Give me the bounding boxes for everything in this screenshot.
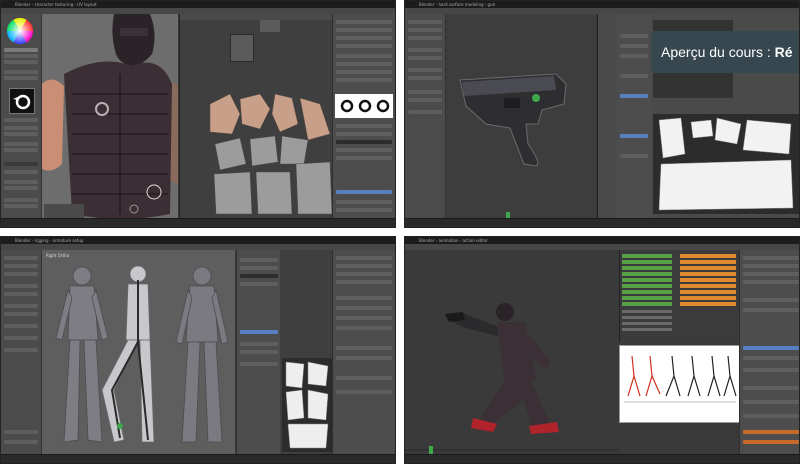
screenshot-gun-modeling: Blender - hard surface modeling - gun Ap… <box>404 0 800 228</box>
reference-image <box>619 345 741 423</box>
outliner-panel[interactable] <box>332 250 395 455</box>
window-controls[interactable] <box>375 238 393 253</box>
tool-shelf[interactable] <box>1 14 42 219</box>
character-rig <box>55 265 229 443</box>
uv-layout <box>209 93 333 215</box>
window-titlebar: Blender - hard surface modeling - gun <box>405 1 799 17</box>
properties-panel[interactable] <box>236 250 281 457</box>
node-column[interactable] <box>597 14 618 221</box>
window-titlebar: Blender - character texturing - UV layou… <box>1 1 395 17</box>
window-controls[interactable] <box>375 2 393 17</box>
3d-viewport[interactable] <box>446 14 596 220</box>
window-title: Blender - character texturing - UV layou… <box>15 2 97 7</box>
viewport-hint: Right Ortho <box>46 253 70 258</box>
tool-shelf[interactable] <box>405 14 446 219</box>
properties-panel[interactable] <box>617 14 651 221</box>
3d-viewport[interactable] <box>405 250 619 455</box>
uv-layout <box>282 358 332 452</box>
screenshot-animation: Blender - animation - action editor <box>404 236 800 464</box>
timeline[interactable] <box>1 218 395 227</box>
screenshot-texturing: Blender - character texturing - UV layou… <box>0 0 396 228</box>
color-wheel-icon[interactable] <box>6 17 34 45</box>
window-title: Blender - hard surface modeling - gun <box>419 2 496 7</box>
timeline[interactable] <box>405 218 799 227</box>
properties-panel[interactable] <box>739 250 799 457</box>
dope-sheet[interactable] <box>619 250 740 342</box>
gun-model <box>446 73 596 220</box>
uv-texture-map <box>653 114 799 214</box>
window-title: Blender - rigging - armature setup <box>15 238 84 243</box>
keyframe-grid <box>622 254 736 331</box>
character-pose <box>405 303 619 454</box>
uv-editor[interactable] <box>280 250 335 457</box>
tool-shelf[interactable] <box>1 250 42 455</box>
properties-panel[interactable] <box>332 14 395 219</box>
tooltip-label: Aperçu du cours : <box>661 44 771 60</box>
screenshot-rigging: Blender - rigging - armature setup Right… <box>0 236 396 464</box>
window-titlebar: Blender - rigging - armature setup <box>1 237 395 253</box>
timeline[interactable] <box>405 454 799 463</box>
timeline[interactable] <box>1 454 395 463</box>
3d-viewport[interactable]: Right Ortho <box>42 250 235 455</box>
3d-viewport[interactable] <box>42 14 178 219</box>
course-preview-tooltip[interactable]: Aperçu du cours : Ré <box>651 31 799 73</box>
tooltip-value: Ré <box>774 44 793 60</box>
window-controls[interactable] <box>779 238 797 253</box>
blender-logo-icon[interactable] <box>9 88 35 114</box>
uv-editor[interactable] <box>179 14 336 221</box>
character-model <box>42 14 178 219</box>
window-controls[interactable] <box>779 2 797 17</box>
window-title: Blender - animation - action editor <box>419 238 488 243</box>
blender-logo-row <box>335 94 393 118</box>
window-titlebar: Blender - animation - action editor <box>405 237 799 253</box>
